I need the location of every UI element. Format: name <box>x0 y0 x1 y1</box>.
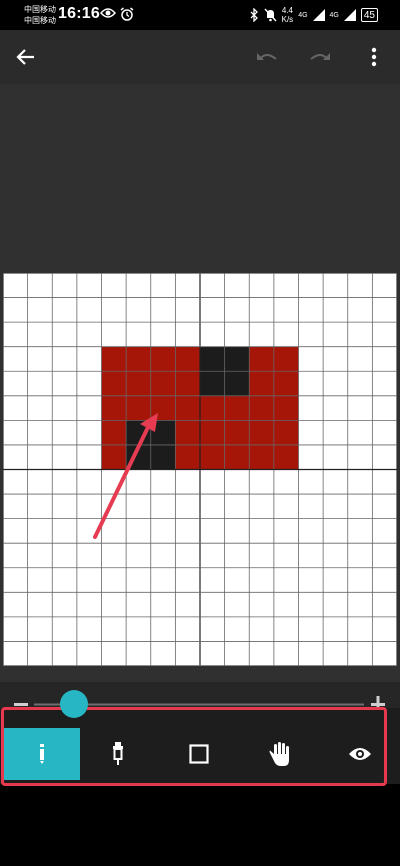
pixel-cell <box>273 395 299 421</box>
network-type-1: 4G <box>298 11 308 19</box>
pixel-cell <box>150 444 176 470</box>
pixel-cell <box>101 444 127 470</box>
carrier-1: 中国移动 <box>24 5 56 14</box>
navigation-area <box>0 784 400 866</box>
battery-indicator: 45 <box>360 8 378 22</box>
pixel-cell <box>224 371 250 396</box>
status-bar: 中国移动 中国移动 16:16 4.4 K/s 4G 4G 45 <box>0 0 400 30</box>
pixel-cell <box>175 346 200 372</box>
zoom-slider-area <box>0 682 400 718</box>
pixel-grid-canvas[interactable] <box>3 273 397 666</box>
pixel-cell <box>126 420 151 445</box>
pixel-cell <box>273 444 299 470</box>
redo-button[interactable] <box>298 30 342 84</box>
pixel-cell <box>273 371 299 396</box>
pixel-cell <box>249 444 274 470</box>
app-bar <box>0 30 400 84</box>
overflow-menu-button[interactable] <box>352 30 396 84</box>
pixel-cell <box>150 371 176 396</box>
pixel-cell <box>200 420 225 445</box>
pixel-cell <box>126 444 151 470</box>
pixel-cell <box>200 371 225 396</box>
pixel-cell <box>249 371 274 396</box>
slider-thumb[interactable] <box>59 690 88 718</box>
minus-icon[interactable] <box>14 703 28 706</box>
pixel-cell <box>273 346 299 372</box>
pixel-cell <box>101 346 127 372</box>
pixel-cell <box>101 395 127 421</box>
pixel-cell <box>101 371 127 396</box>
pixel-cell <box>175 444 200 470</box>
bluetooth-icon <box>250 8 258 22</box>
pixel-cell <box>175 420 200 445</box>
canvas-area <box>0 84 400 682</box>
pixel-cell <box>249 346 274 372</box>
pixel-cell <box>200 444 225 470</box>
undo-button[interactable] <box>245 30 289 84</box>
clock: 16:16 <box>58 5 100 22</box>
network-speed: 4.4 K/s <box>282 6 294 24</box>
signal-icon-2 <box>343 9 356 21</box>
pixel-cell <box>249 395 274 421</box>
arrow-left-icon <box>16 49 34 65</box>
pixel-cell <box>224 395 250 421</box>
eye-icon <box>349 748 371 760</box>
pixel-cell <box>224 346 250 372</box>
pixel-cell <box>224 420 250 445</box>
redo-icon <box>310 53 330 60</box>
pixel-cell <box>224 444 250 470</box>
pencil-icon <box>40 744 44 764</box>
hand-icon <box>269 742 289 766</box>
preview-tool[interactable] <box>322 728 398 780</box>
pixel-cell <box>249 420 274 445</box>
pixel-cell <box>101 420 127 445</box>
pixel-cell <box>150 420 176 445</box>
carrier-2: 中国移动 <box>24 16 56 25</box>
pan-tool[interactable] <box>242 728 318 780</box>
pixel-cell <box>200 346 225 372</box>
mute-bell-icon <box>264 8 277 22</box>
pixel-cell <box>273 420 299 445</box>
carrier-info: 中国移动 中国移动 <box>24 4 56 26</box>
alarm-status-icon <box>120 7 134 21</box>
pixel-cell <box>150 395 176 421</box>
pencil-tool[interactable] <box>4 728 80 780</box>
speed-unit: K/s <box>281 15 294 24</box>
eyedropper-icon <box>113 742 123 765</box>
tool-bar <box>0 708 400 784</box>
network-type-2: 4G <box>329 11 339 19</box>
pixel-cell <box>175 395 200 421</box>
eye-status-icon <box>100 8 116 18</box>
eraser-tool[interactable] <box>161 728 237 780</box>
pixel-cell <box>200 395 225 421</box>
back-button[interactable] <box>4 30 48 84</box>
eyedropper-tool[interactable] <box>80 728 156 780</box>
pixel-cell <box>126 346 151 372</box>
pixel-cell <box>175 371 200 396</box>
pixel-cell <box>126 395 151 421</box>
more-vert-icon <box>371 47 377 67</box>
plus-icon[interactable] <box>371 696 385 708</box>
pixel-cell <box>126 371 151 396</box>
signal-icon-1 <box>312 9 325 21</box>
square-icon <box>189 744 209 764</box>
undo-icon <box>257 53 277 60</box>
speed-value: 4.4 <box>281 6 293 15</box>
pixel-cell <box>150 346 176 372</box>
